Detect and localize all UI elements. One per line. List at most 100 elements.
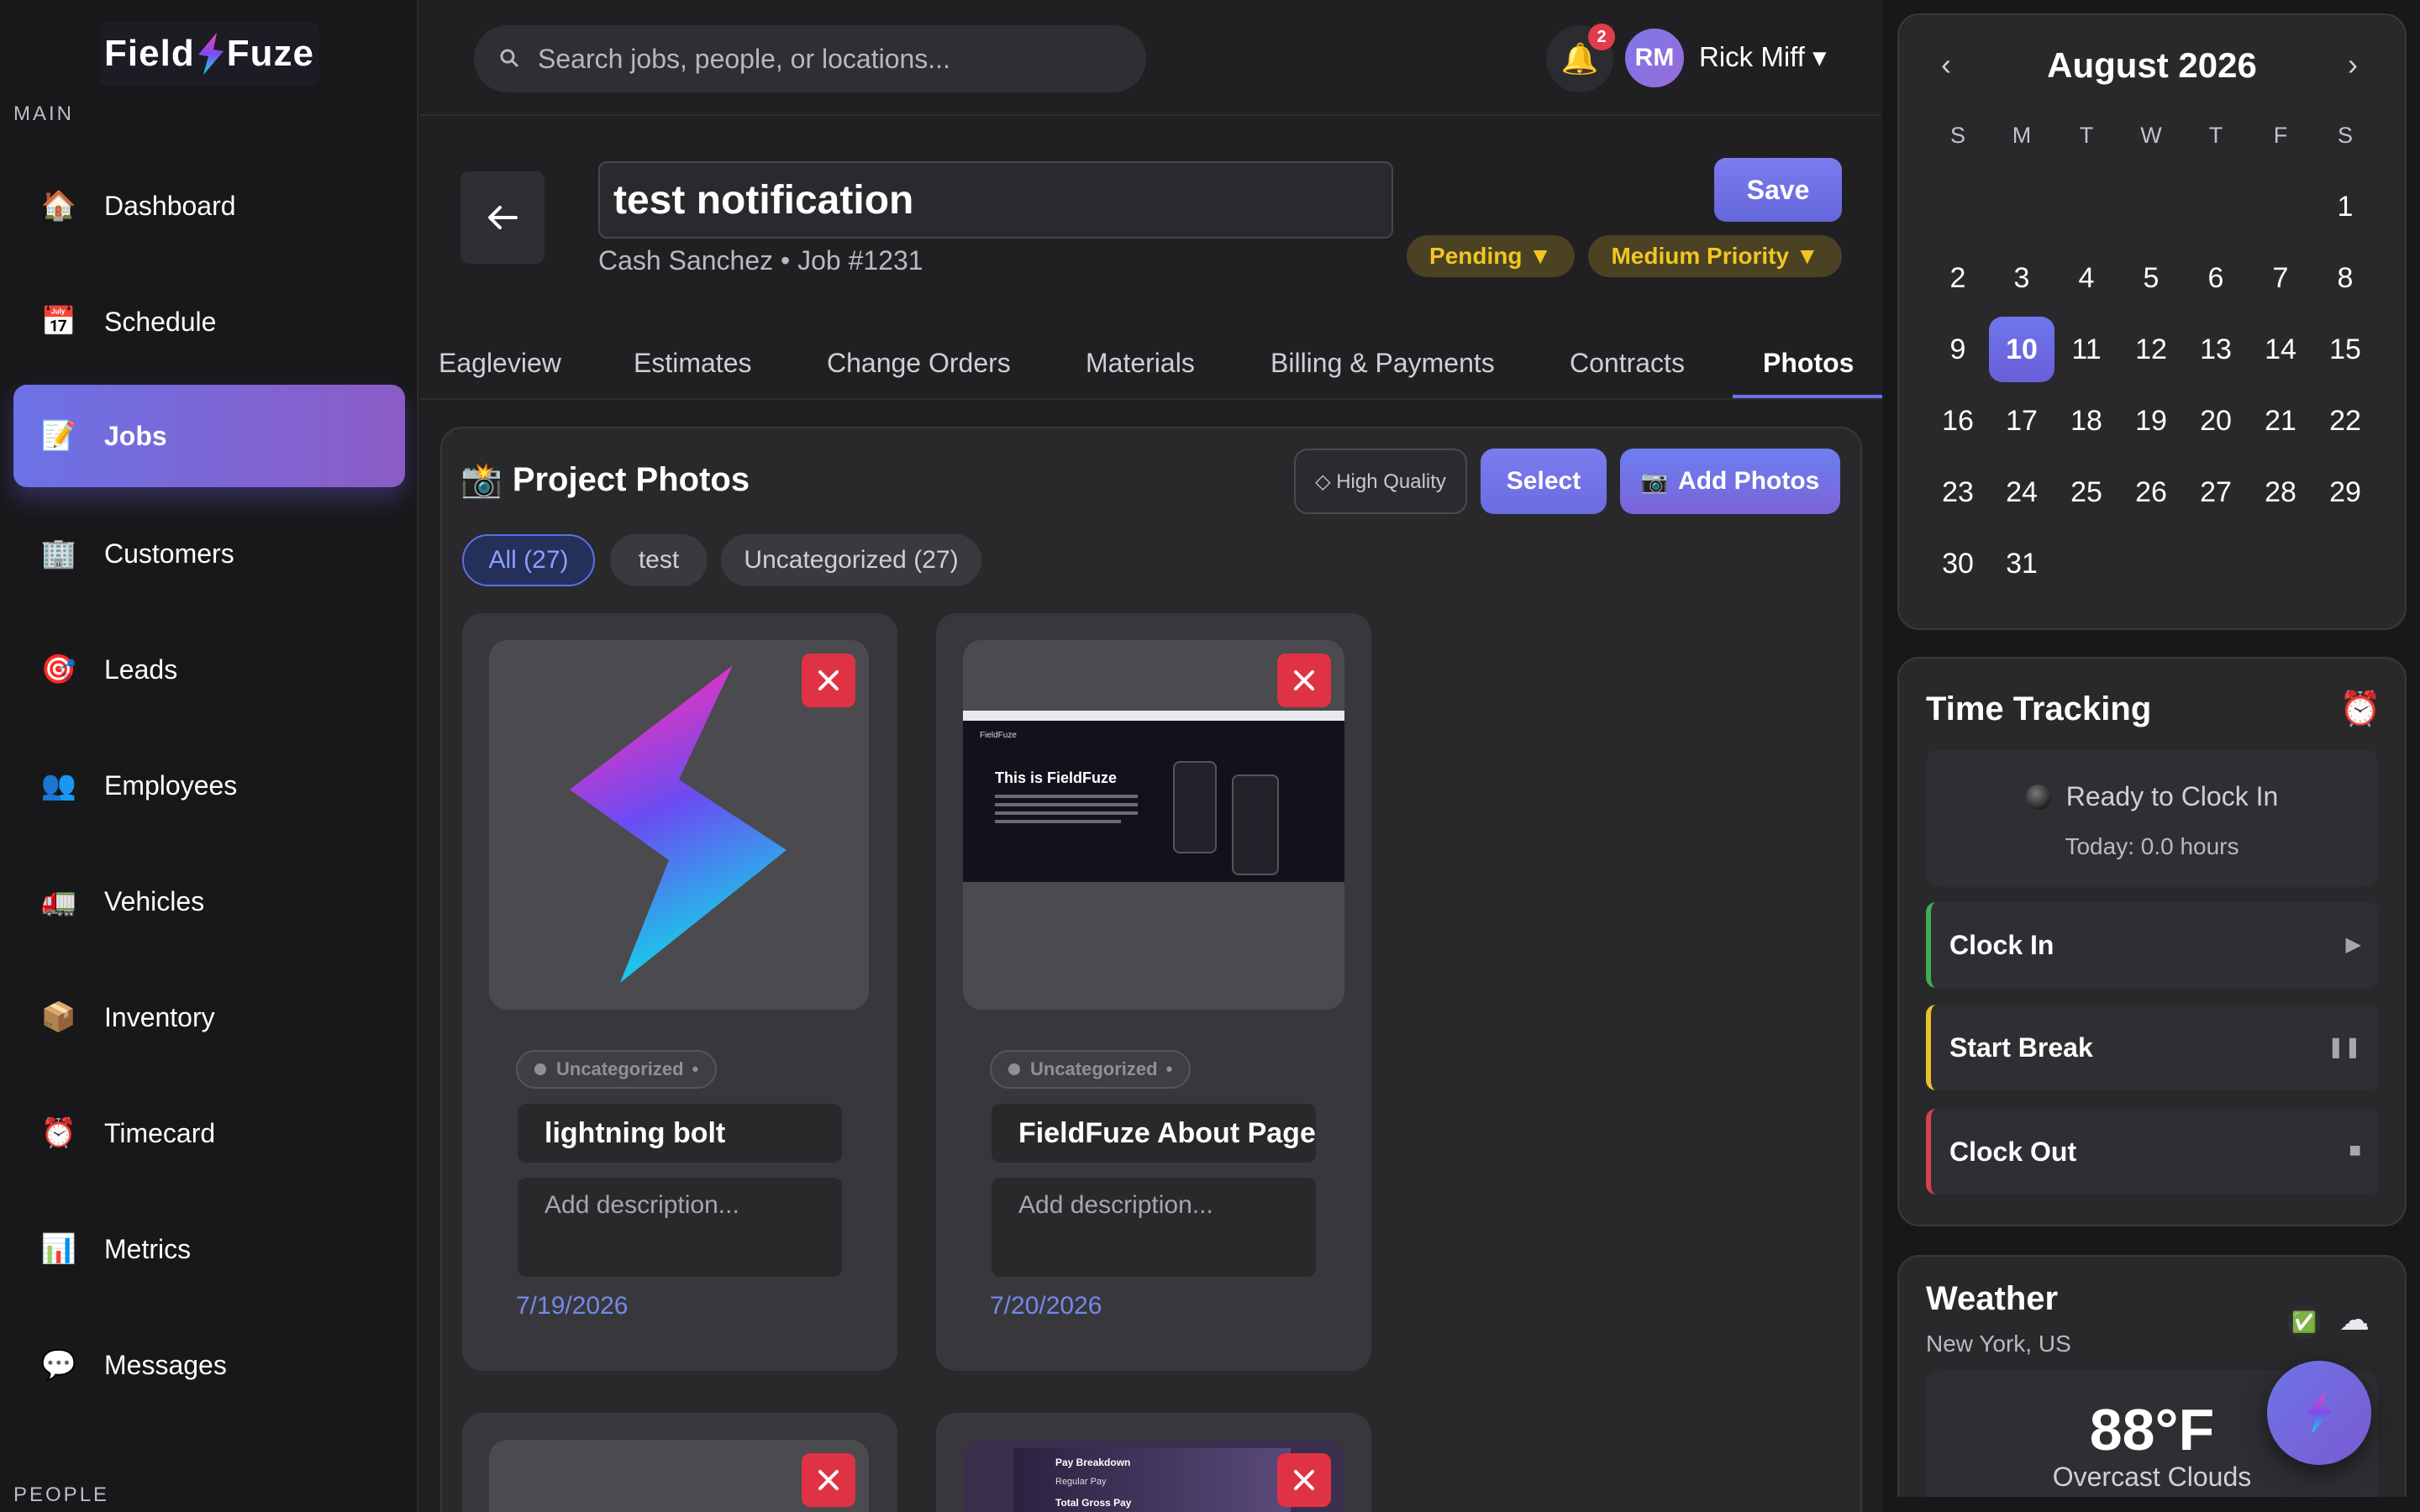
phone-mockup (1173, 761, 1217, 853)
calendar-day[interactable]: 5 (2118, 245, 2184, 311)
calendar-day[interactable]: 11 (2054, 317, 2119, 382)
calendar-day[interactable]: 17 (1989, 388, 2054, 454)
today-hours: Today: 0.0 hours (2065, 833, 2239, 859)
speech-bubble-icon: 💬 (40, 1349, 77, 1381)
back-button[interactable] (460, 171, 544, 264)
sidebar-item-label: Timecard (104, 1117, 216, 1148)
calendar-day[interactable]: 22 (2312, 388, 2378, 454)
category-dropdown[interactable]: Uncategorized • (990, 1050, 1192, 1089)
calendar-day[interactable]: 21 (2248, 388, 2313, 454)
calendar-day[interactable]: 16 (1925, 388, 1991, 454)
delete-photo-button[interactable] (802, 654, 855, 707)
sidebar-item-dashboard[interactable]: 🏠 Dashboard (13, 155, 405, 257)
calendar-day[interactable]: 15 (2312, 317, 2378, 382)
delete-photo-button[interactable] (1277, 1453, 1331, 1507)
target-icon: 🎯 (40, 654, 77, 685)
panel-title-text: Project Photos (512, 461, 750, 498)
search-input[interactable]: Search jobs, people, or locations... (474, 25, 1146, 92)
people-icon: 👥 (40, 769, 77, 801)
sidebar-item-leads[interactable]: 🎯 Leads (13, 618, 405, 721)
avatar[interactable]: RM (1625, 29, 1684, 87)
calendar-day[interactable]: 27 (2183, 459, 2249, 525)
calendar-day[interactable]: 4 (2054, 245, 2119, 311)
high-quality-toggle[interactable]: ◇ High Quality (1294, 449, 1467, 514)
add-photos-button[interactable]: 📷 Add Photos (1620, 449, 1840, 514)
tab-billing-payments[interactable]: Billing & Payments (1270, 348, 1495, 379)
calendar-day[interactable]: 29 (2312, 459, 2378, 525)
camera-flash-icon: 📸 (460, 462, 502, 499)
clock-status: Ready to Clock In (2065, 781, 2279, 811)
tab-change-orders[interactable]: Change Orders (827, 348, 1011, 379)
save-button[interactable]: Save (1714, 158, 1842, 222)
tab-materials[interactable]: Materials (1086, 348, 1195, 379)
arrow-left-icon (488, 206, 518, 229)
floating-action-button[interactable] (2267, 1361, 2371, 1465)
sidebar-item-employees[interactable]: 👥 Employees (13, 734, 405, 837)
status-dropdown[interactable]: Pending ▼ (1407, 235, 1575, 277)
category-dropdown[interactable]: Uncategorized • (516, 1050, 718, 1089)
photo-date: 7/20/2026 (990, 1292, 1102, 1320)
calendar-day[interactable]: 8 (2312, 245, 2378, 311)
calendar-day[interactable]: 13 (2183, 317, 2249, 382)
sidebar-item-label: Messages (104, 1349, 227, 1380)
delete-photo-button[interactable] (1277, 654, 1331, 707)
category-dot-icon (1008, 1063, 1020, 1075)
calendar-day[interactable]: 1 (2312, 174, 2378, 239)
calendar-day[interactable]: 18 (2054, 388, 2119, 454)
calendar-day[interactable]: 12 (2118, 317, 2184, 382)
sidebar-item-metrics[interactable]: 📊 Metrics (13, 1198, 405, 1300)
sidebar-item-schedule[interactable]: 📅 Schedule (13, 270, 405, 373)
sidebar-item-messages[interactable]: 💬 Messages (13, 1314, 405, 1416)
calendar-day[interactable]: 9 (1925, 317, 1991, 382)
category-dot-icon (534, 1063, 546, 1075)
photo-name-input[interactable]: lightning bolt (518, 1104, 842, 1163)
tab-estimates[interactable]: Estimates (634, 348, 751, 379)
sidebar-item-vehicles[interactable]: 🚛 Vehicles (13, 850, 405, 953)
calendar-day[interactable]: 6 (2183, 245, 2249, 311)
calendar-day[interactable]: 2 (1925, 245, 1991, 311)
delete-photo-button[interactable] (802, 1453, 855, 1507)
tab-eagleview[interactable]: Eagleview (439, 348, 561, 379)
calendar-day[interactable]: 23 (1925, 459, 1991, 525)
sidebar-item-label: Leads (104, 654, 178, 685)
priority-dropdown[interactable]: Medium Priority ▼ (1588, 235, 1842, 277)
sidebar-item-jobs[interactable]: 📝 Jobs (13, 385, 405, 487)
search-icon (499, 44, 519, 75)
calendar-day[interactable]: 26 (2118, 459, 2184, 525)
tab-contracts[interactable]: Contracts (1570, 348, 1685, 379)
filter-test[interactable]: test (610, 534, 708, 586)
calendar-day[interactable]: 30 (1925, 531, 1991, 596)
check-icon[interactable]: ✅ (2287, 1305, 2321, 1339)
tab-photos[interactable]: Photos (1763, 348, 1854, 379)
close-icon (818, 670, 839, 690)
start-break-button[interactable]: Start Break ❚❚ (1926, 1005, 2378, 1090)
calendar-day[interactable]: 7 (2248, 245, 2313, 311)
logo[interactable]: Field Fuze (99, 22, 319, 86)
calendar-day[interactable]: 19 (2118, 388, 2184, 454)
calendar-day[interactable]: 24 (1989, 459, 2054, 525)
sidebar-item-inventory[interactable]: 📦 Inventory (13, 966, 405, 1068)
clock-in-button[interactable]: Clock In ▶ (1926, 902, 2378, 988)
calendar-day[interactable]: 20 (2183, 388, 2249, 454)
sidebar-item-timecard[interactable]: ⏰ Timecard (13, 1082, 405, 1184)
calendar-weekday: M (2012, 123, 2032, 148)
calendar-weekday: W (2140, 123, 2162, 148)
user-menu[interactable]: Rick Miff ▾ (1699, 40, 1827, 73)
calendar-day[interactable]: 31 (1989, 531, 2054, 596)
filter-uncategorized[interactable]: Uncategorized (27) (721, 534, 981, 586)
calendar-day-today[interactable]: 10 (1989, 317, 2054, 382)
sidebar-item-customers[interactable]: 🏢 Customers (13, 502, 405, 605)
filter-all[interactable]: All (27) (462, 534, 595, 586)
calendar-day[interactable]: 3 (1989, 245, 2054, 311)
photo-description-input[interactable]: Add description... (992, 1178, 1316, 1277)
calendar-day[interactable]: 28 (2248, 459, 2313, 525)
stop-icon: ■ (2349, 1139, 2362, 1162)
calendar-day[interactable]: 25 (2054, 459, 2119, 525)
photo-name-input[interactable]: FieldFuze About Page (992, 1104, 1316, 1163)
photo-description-input[interactable]: Add description... (518, 1178, 842, 1277)
select-button[interactable]: Select (1481, 449, 1607, 514)
clock-out-button[interactable]: Clock Out ■ (1926, 1109, 2378, 1194)
sidebar-section-people: PEOPLE (13, 1483, 110, 1506)
calendar-day[interactable]: 14 (2248, 317, 2313, 382)
job-title-input[interactable]: test notification (598, 161, 1393, 239)
